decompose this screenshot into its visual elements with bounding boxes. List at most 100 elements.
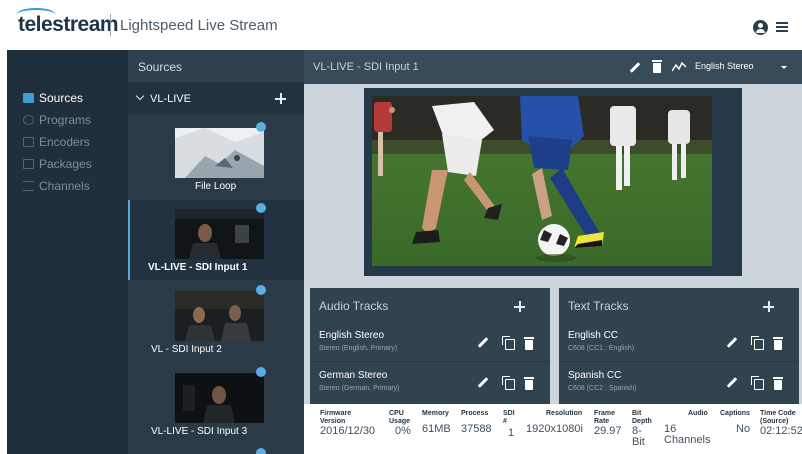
source-detail-header: VL-LIVE - SDI Input 1 English Stereo <box>304 50 802 84</box>
status-label: Time Code <box>760 410 796 417</box>
source-status-bar: Firmware Version 2016/12/30 CPU Usage 0%… <box>304 404 802 454</box>
status-value: 0% <box>395 425 411 437</box>
status-label: # <box>503 418 507 425</box>
status-bit-depth: Bit Depth 8- Bit <box>632 410 652 448</box>
add-source-icon[interactable] <box>275 93 286 104</box>
status-captions: Captions No <box>720 410 750 435</box>
nav-item-label: Sources <box>39 91 84 105</box>
user-icon[interactable] <box>753 20 768 35</box>
copy-icon[interactable] <box>751 376 764 390</box>
channels-icon <box>23 181 34 191</box>
track-detail: Stereo (English, Primary) <box>319 345 398 352</box>
source-thumbnail <box>175 373 264 423</box>
status-cpu: CPU Usage 0% <box>389 410 411 437</box>
audio-tracks-title: Audio Tracks <box>319 299 389 313</box>
track-name: Spanish CC <box>568 370 622 381</box>
edit-icon[interactable] <box>726 337 738 348</box>
main-nav: Sources Programs Encoders Packages Chann… <box>7 50 128 454</box>
track-detail: C608 (CC1 : English) <box>568 345 635 352</box>
menu-icon[interactable] <box>776 22 788 32</box>
text-tracks-title: Text Tracks <box>568 299 629 313</box>
app-header: telestream Lightspeed Live Stream <box>0 0 802 46</box>
brand-logo: telestream <box>18 13 119 36</box>
programs-icon <box>23 115 34 125</box>
trash-icon[interactable] <box>652 60 662 73</box>
source-detail: VL-LIVE - SDI Input 1 English Stereo Aud… <box>304 50 802 454</box>
edit-icon[interactable] <box>477 377 489 388</box>
chevron-down-icon[interactable] <box>135 91 145 101</box>
status-memory: Memory 61MB <box>422 410 451 435</box>
chevron-down-icon[interactable] <box>781 66 787 69</box>
text-track-row[interactable]: Spanish CC C608 (CC2 : Spanish) <box>559 364 799 402</box>
status-value: No <box>736 423 751 435</box>
status-label: Resolution <box>546 410 583 417</box>
status-label: Process <box>461 410 489 417</box>
video-preview <box>372 96 712 266</box>
text-tracks-panel: Text Tracks English CC C608 (CC1 : Engli… <box>559 288 799 404</box>
track-name: English CC <box>568 330 619 341</box>
source-item-label: VL-LIVE - SDI Input 3 <box>151 426 248 437</box>
status-value: Channels <box>664 434 711 446</box>
source-detail-title: VL-LIVE - SDI Input 1 <box>313 61 419 73</box>
audio-meter-icon[interactable] <box>672 62 686 72</box>
trash-icon[interactable] <box>773 377 783 390</box>
status-value: 02:12:52 <box>760 425 802 437</box>
edit-icon[interactable] <box>477 337 489 348</box>
nav-item-sources[interactable]: Sources <box>23 90 83 106</box>
nav-item-label: Packages <box>39 157 92 171</box>
encoders-icon <box>23 137 34 147</box>
track-detail: Stereo (German, Primary) <box>319 385 400 392</box>
source-item-sdi-input-2[interactable]: VL - SDI Input 2 <box>128 282 304 362</box>
sources-icon <box>23 93 34 103</box>
copy-icon[interactable] <box>502 376 515 390</box>
status-label: Frame <box>594 410 616 417</box>
status-label: Firmware <box>320 410 352 417</box>
status-value: 29.97 <box>594 425 622 437</box>
trash-icon[interactable] <box>524 337 534 350</box>
status-resolution: Resolution 1920x1080i <box>526 410 583 435</box>
add-text-track-icon[interactable] <box>763 301 774 312</box>
copy-icon[interactable] <box>751 336 764 350</box>
edit-icon[interactable] <box>726 377 738 388</box>
status-sdi: SDI # 1 <box>503 410 515 439</box>
status-process: Process 37588 <box>461 410 492 435</box>
nav-item-packages[interactable]: Packages <box>23 156 92 172</box>
status-label: SDI <box>503 410 515 417</box>
audio-track-row[interactable]: German Stereo Stereo (German, Primary) <box>310 364 550 402</box>
nav-item-encoders[interactable]: Encoders <box>23 134 90 150</box>
status-label: Bit <box>632 410 642 417</box>
audio-track-select[interactable]: English Stereo <box>695 61 754 71</box>
source-status-badge <box>256 448 266 454</box>
video-preview-frame <box>364 88 742 276</box>
nav-item-programs[interactable]: Programs <box>23 112 91 128</box>
packages-icon <box>23 159 34 169</box>
source-item-sdi-input-1[interactable]: VL-LIVE - SDI Input 1 <box>128 200 304 280</box>
add-audio-track-icon[interactable] <box>514 301 525 312</box>
status-value: 2016/12/30 <box>320 425 376 437</box>
status-label: Audio <box>688 410 708 417</box>
audio-track-row[interactable]: English Stereo Stereo (English, Primary) <box>310 324 550 362</box>
text-tracks-header: Text Tracks <box>559 288 799 324</box>
source-item-file-loop[interactable]: File Loop <box>128 120 304 200</box>
status-value: 1920x1080i <box>526 423 583 435</box>
status-value: 1 <box>508 427 515 439</box>
status-label: Memory <box>422 410 449 417</box>
track-detail: C608 (CC2 : Spanish) <box>568 385 637 392</box>
status-value: 61MB <box>422 423 451 435</box>
source-group-vl-live[interactable]: VL-LIVE <box>128 82 304 114</box>
source-thumbnail <box>175 291 264 341</box>
status-time-code: Time Code (Source) 02:12:52 <box>760 410 802 437</box>
nav-item-channels[interactable]: Channels <box>23 178 90 194</box>
source-item-label: VL-LIVE - SDI Input 1 <box>148 262 248 273</box>
source-item-sdi-input-3[interactable]: VL-LIVE - SDI Input 3 <box>128 364 304 444</box>
copy-icon[interactable] <box>502 336 515 350</box>
track-name: English Stereo <box>319 330 385 341</box>
sources-panel: Sources VL-LIVE File Loop VL-LIVE - SDI … <box>128 50 304 454</box>
edit-icon[interactable] <box>629 62 641 73</box>
status-label: CPU <box>389 410 404 417</box>
text-track-row[interactable]: English CC C608 (CC1 : English) <box>559 324 799 362</box>
nav-item-label: Encoders <box>39 135 90 149</box>
source-group-name: VL-LIVE <box>150 93 191 105</box>
trash-icon[interactable] <box>773 337 783 350</box>
trash-icon[interactable] <box>524 377 534 390</box>
